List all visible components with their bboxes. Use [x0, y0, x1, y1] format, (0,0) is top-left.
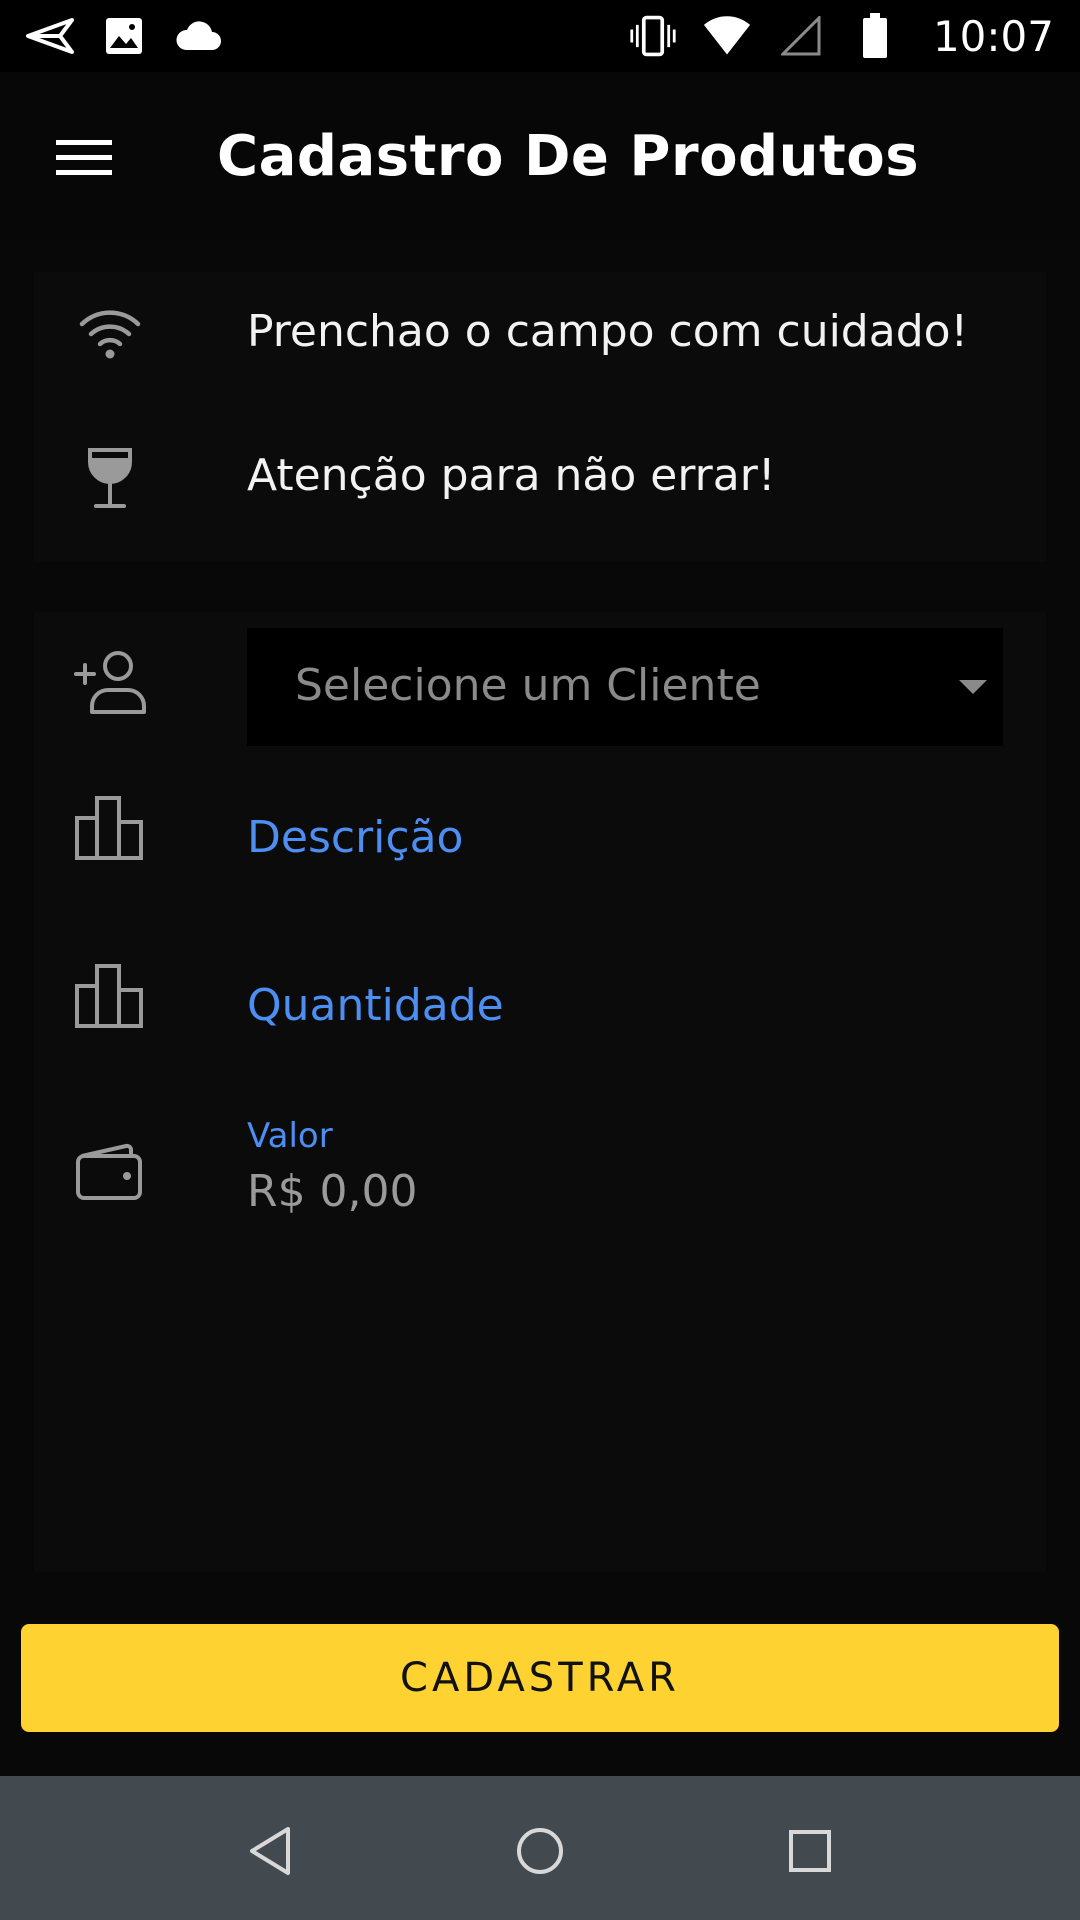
wallet-icon	[74, 1142, 150, 1218]
valor-value: R$ 0,00	[247, 1166, 418, 1217]
bar-chart-icon	[74, 794, 150, 870]
valor-field[interactable]: Valor R$ 0,00	[34, 1106, 1046, 1246]
status-time: 10:07	[932, 11, 1054, 61]
info-text: Atenção para não errar!	[247, 450, 776, 501]
app-bar: Cadastro De Produtos	[0, 72, 1080, 240]
back-button[interactable]	[225, 1806, 315, 1896]
valor-label: Valor	[247, 1116, 333, 1156]
home-button[interactable]	[495, 1806, 585, 1896]
info-row-care: Prenchao o campo com cuidado!	[34, 272, 1046, 392]
client-select[interactable]: Selecione um Cliente	[247, 628, 1003, 746]
info-card: Prenchao o campo com cuidado! Atenção pa…	[34, 272, 1046, 562]
home-icon	[517, 1828, 563, 1874]
quantidade-label: Quantidade	[247, 980, 504, 1031]
battery-icon	[851, 12, 899, 60]
page-title: Cadastro De Produtos	[217, 124, 920, 189]
status-bar-left-icons	[26, 0, 222, 72]
content-area: Prenchao o campo com cuidado! Atenção pa…	[0, 240, 1080, 1776]
wifi-icon	[78, 302, 142, 366]
wine-glass-icon	[78, 446, 142, 510]
system-nav-bar	[0, 1776, 1080, 1920]
person-add-icon	[74, 648, 150, 724]
image-icon	[100, 12, 148, 60]
recents-icon	[789, 1830, 831, 1872]
descricao-label: Descrição	[247, 812, 464, 863]
menu-icon	[56, 140, 112, 175]
back-icon	[250, 1827, 290, 1875]
info-row-attention: Atenção para não errar!	[34, 416, 1046, 536]
wifi-icon	[703, 12, 751, 60]
recents-button[interactable]	[765, 1806, 855, 1896]
cloud-icon	[174, 12, 222, 60]
descricao-field[interactable]: Descrição	[34, 770, 1046, 910]
cadastrar-button[interactable]: CADASTRAR	[21, 1624, 1059, 1732]
bar-chart-icon	[74, 962, 150, 1038]
vibrate-icon	[629, 12, 677, 60]
client-select-row: Selecione um Cliente	[34, 628, 1046, 746]
quantidade-field[interactable]: Quantidade	[34, 938, 1046, 1078]
send-icon	[26, 12, 74, 60]
menu-button[interactable]	[40, 114, 128, 202]
status-bar-right-icons: 10:07	[629, 0, 1054, 72]
form-card: Selecione um Cliente Descrição Quantidad…	[34, 612, 1046, 1572]
client-select-placeholder: Selecione um Cliente	[295, 660, 761, 711]
info-text: Prenchao o campo com cuidado!	[247, 306, 969, 357]
status-bar: 10:07	[0, 0, 1080, 72]
cell-signal-icon	[777, 12, 825, 60]
chevron-down-icon	[959, 680, 987, 694]
